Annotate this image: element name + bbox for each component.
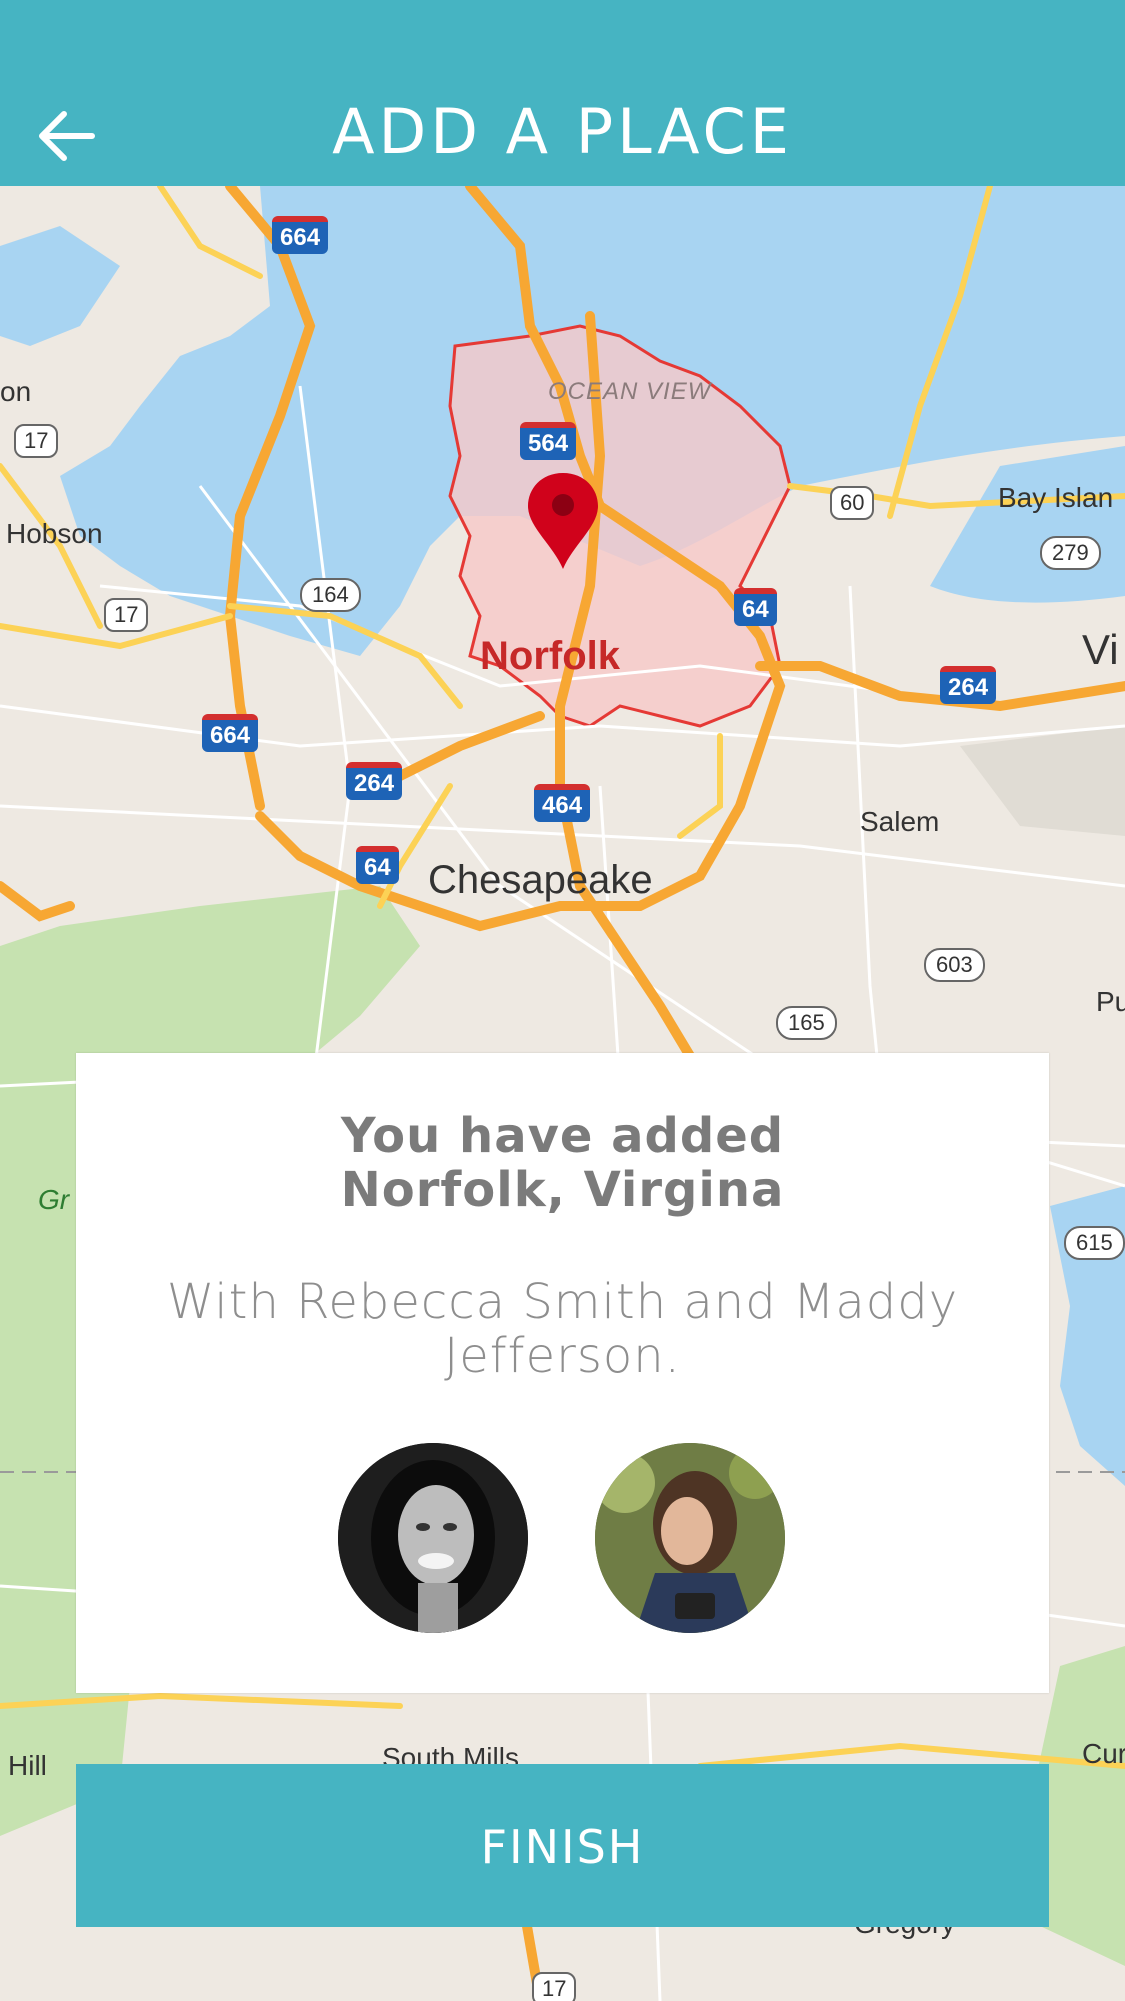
map-label-pu: Pu [1096, 986, 1125, 1017]
shield-i64-east: 64 [734, 588, 777, 626]
map-label-hobson: Hobson [6, 518, 103, 549]
map-label-salem: Salem [860, 806, 940, 837]
map-label-hill: Hill [8, 1750, 47, 1781]
avatar-maddy[interactable] [595, 1443, 785, 1633]
shield-us60: 60 [830, 486, 875, 520]
confirmation-card: You have added Norfolk, Virgina With Reb… [76, 1053, 1049, 1693]
shield-i264-east: 264 [940, 666, 997, 704]
map-label-ocean-view: OCEAN VIEW [548, 378, 712, 405]
shield-i64-south: 64 [356, 846, 399, 884]
shield-r165: 165 [776, 1006, 837, 1040]
shield-i464: 464 [534, 784, 591, 822]
shield-i664-top: 664 [272, 216, 329, 254]
map-label-vi: Vi [1082, 626, 1119, 673]
shield-r603: 603 [924, 948, 985, 982]
map-label-cur: Cur [1082, 1738, 1125, 1769]
map-label-norfolk: Norfolk [480, 634, 620, 678]
finish-button-label: FINISH [480, 1820, 645, 1874]
shield-i264-west: 264 [346, 762, 403, 800]
map-label-gr: Gr [38, 1184, 70, 1215]
shield-i564: 564 [520, 422, 577, 460]
companions-text: With Rebecca Smith and Maddy Jefferson. [166, 1274, 959, 1384]
avatar-rebecca[interactable] [338, 1443, 528, 1633]
shield-r615: 615 [1064, 1226, 1125, 1260]
finish-button[interactable]: FINISH [76, 1764, 1049, 1927]
page-title: ADD A PLACE [332, 95, 793, 168]
shield-i664-west: 664 [202, 714, 259, 752]
avatar-rebecca-image [338, 1443, 528, 1633]
confirmation-title: You have added Norfolk, Virgina [76, 1109, 1049, 1217]
shield-us17-bottom: 17 [532, 1972, 577, 2001]
confirmation-title-line1: You have added [340, 1108, 785, 1164]
confirmation-title-line2: Norfolk, Virgina [340, 1162, 785, 1218]
map-label-chesapeake: Chesapeake [428, 858, 653, 902]
app-header: ADD A PLACE [0, 0, 1125, 186]
shield-us17-mid: 17 [104, 598, 149, 632]
shield-us17-west: 17 [14, 424, 59, 458]
shield-r279: 279 [1040, 536, 1101, 570]
map-label-on: on [0, 376, 32, 407]
avatar-maddy-image [595, 1443, 785, 1633]
map-label-bay-island: Bay Islan [998, 482, 1114, 513]
shield-r164: 164 [300, 578, 361, 612]
